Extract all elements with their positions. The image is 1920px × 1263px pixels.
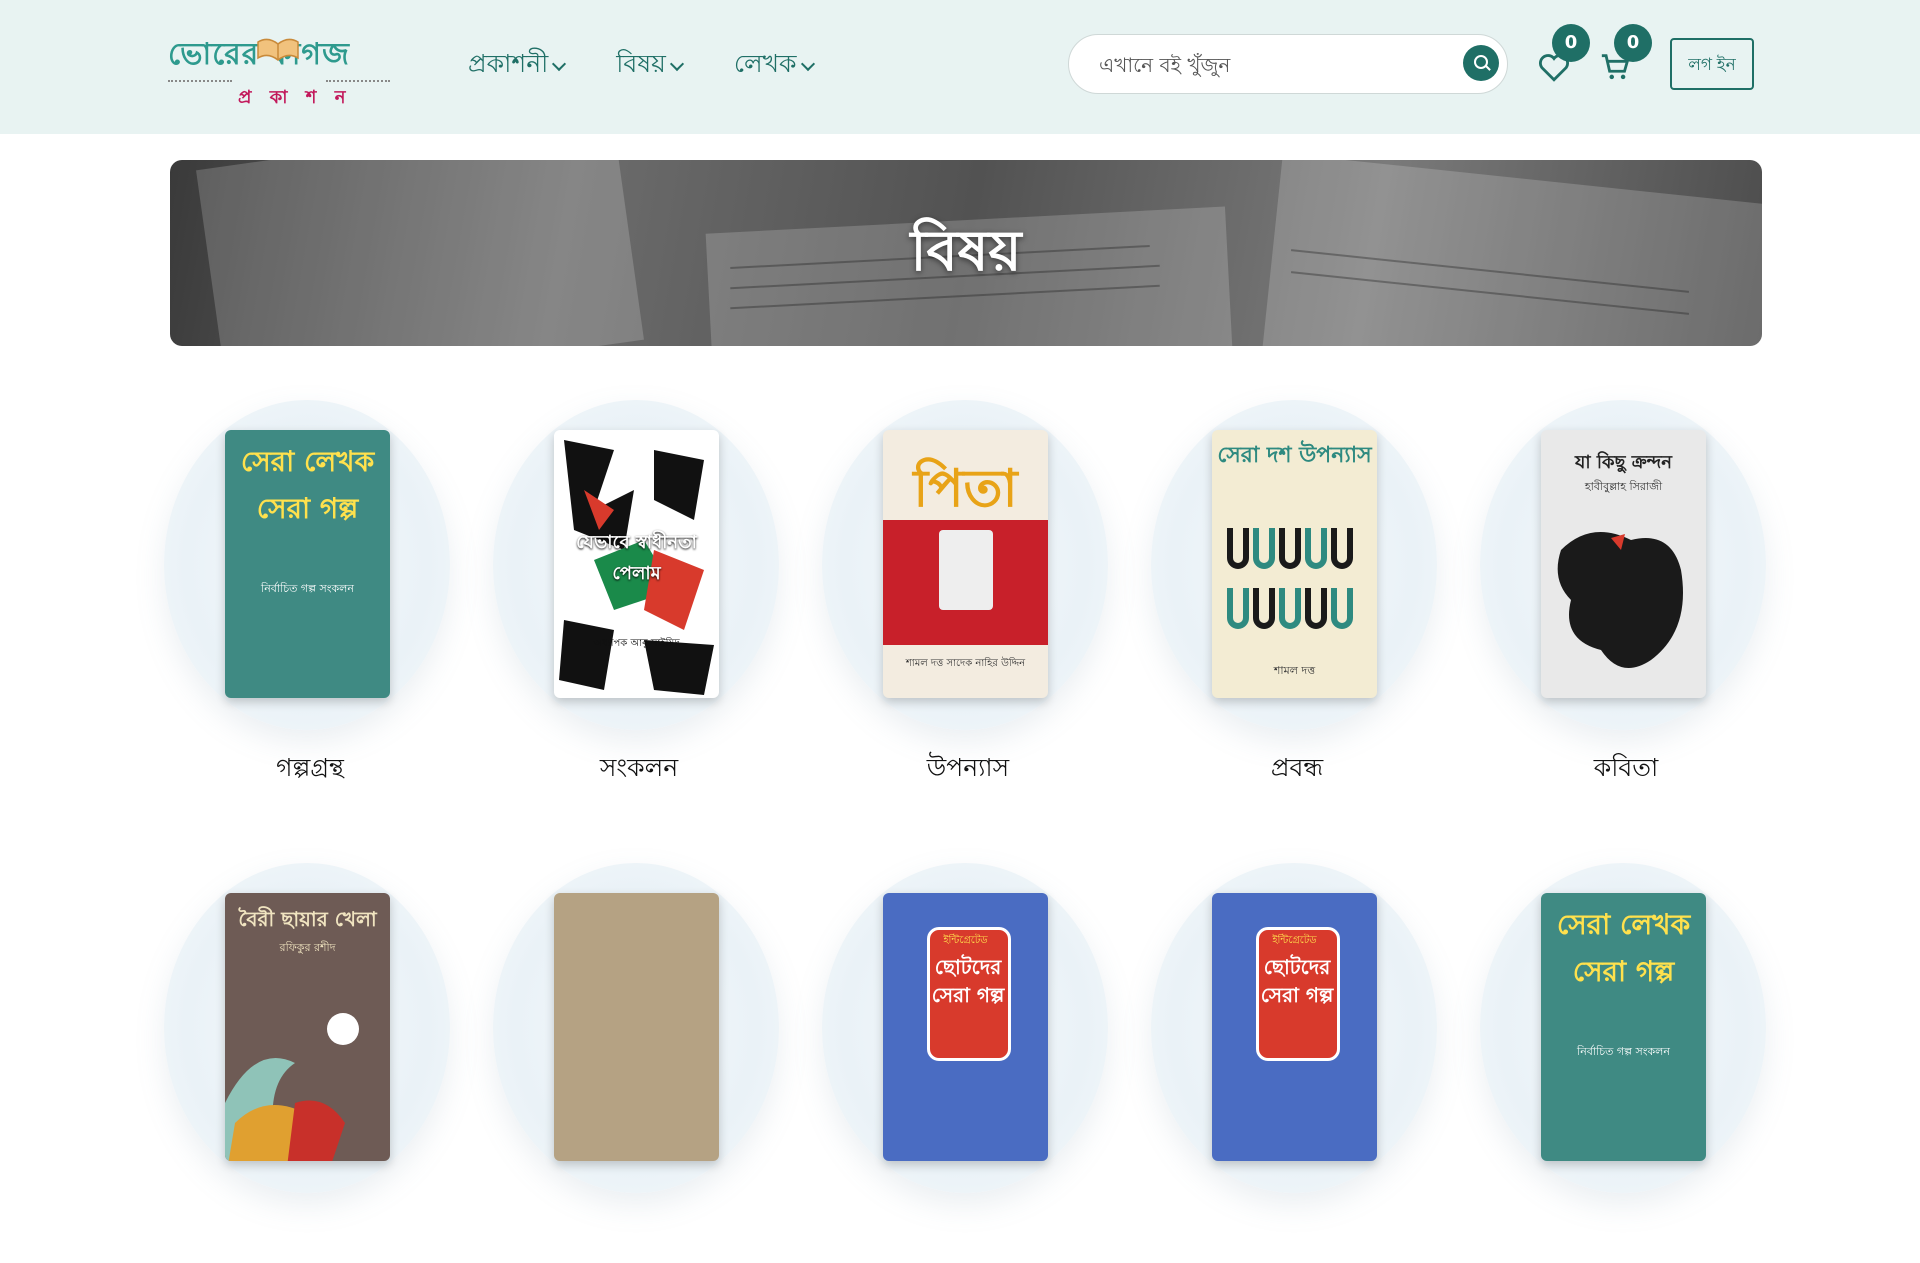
nav-label: প্রকাশনী	[468, 49, 549, 78]
cover-subtitle: শামল দত্ত সাদেক নাহির উদ্দিন	[905, 658, 1026, 669]
book-cover: সেরা লেখক সেরা গল্প নির্বাচিত গল্প সংকলন	[1541, 893, 1706, 1161]
chevron-down-icon	[669, 56, 684, 71]
search-button[interactable]	[1463, 45, 1499, 81]
book-cover: বৈরী ছায়ার খেলা রফিকুর রশীদ	[225, 893, 390, 1161]
search-box	[1068, 34, 1508, 94]
logo-divider-right	[326, 80, 390, 82]
category-card[interactable]: ইন্টিগ্রেটেড ছোটদের সেরা গল্প	[818, 863, 1108, 1263]
cover-title: সেরা লেখক সেরা গল্প	[240, 445, 375, 525]
chevron-down-icon	[800, 56, 815, 71]
chevron-down-icon	[552, 56, 567, 71]
category-label: প্রবন্ধ	[1270, 753, 1324, 782]
site-header: ভোরের কাগজ প্র কা শ ন প্রকাশনী বিষয় লেখ…	[0, 0, 1920, 134]
category-card-story[interactable]: সেরা লেখক সেরা গল্প নির্বাচিত গল্প সংকলন…	[160, 400, 450, 800]
cover-subtitle: ইন্টিগ্রেটেড	[1272, 935, 1317, 946]
category-card[interactable]: সেরা লেখক সেরা গল্প নির্বাচিত গল্প সংকলন	[1476, 863, 1766, 1263]
logo-subtitle: প্র কা শ ন	[238, 87, 352, 108]
cover-subtitle: শামল দত্ত	[1273, 664, 1316, 677]
main-nav: প্রকাশনী বিষয় লেখক	[468, 44, 815, 87]
nav-label: বিষয়	[616, 49, 666, 78]
search-input[interactable]	[1097, 49, 1441, 81]
category-card-novel[interactable]: পিতা শামল দত্ত সাদেক নাহির উদ্দিন উপন্যা…	[818, 400, 1108, 800]
cover-subtitle: হাবীবুল্লাহ সিরাজী	[1584, 480, 1663, 493]
category-label: উপন্যাস	[926, 753, 1010, 782]
cover-subtitle: অধ্যাপক আবু সাইয়িদ	[593, 638, 680, 649]
logo-divider-left	[168, 80, 232, 82]
cover-title: ছোটদের সেরা গল্প	[1260, 955, 1334, 1007]
category-label: গল্পগ্রন্থ	[276, 753, 344, 782]
search-icon-handle	[1485, 65, 1491, 71]
cart-button[interactable]: 0	[1592, 24, 1652, 92]
category-card[interactable]	[489, 863, 779, 1263]
cover-title: যা কিছু ক্রন্দন	[1574, 452, 1672, 473]
login-button[interactable]: লগ ইন	[1670, 38, 1754, 90]
category-card-poetry[interactable]: যা কিছু ক্রন্দন হাবীবুল্লাহ সিরাজী কবিতা	[1476, 400, 1766, 800]
category-card[interactable]: ইন্টিগ্রেটেড ছোটদের সেরা গল্প	[1147, 863, 1437, 1263]
book-cover: ইন্টিগ্রেটেড ছোটদের সেরা গল্প	[1212, 893, 1377, 1161]
category-card[interactable]: বৈরী ছায়ার খেলা রফিকুর রশীদ	[160, 863, 450, 1263]
nav-label: লেখক	[733, 49, 797, 78]
book-cover	[554, 893, 719, 1161]
cover-art	[1227, 528, 1353, 629]
book-cover: যেভাবে স্বাধীনতা পেলাম অধ্যাপক আবু সাইয়…	[554, 430, 719, 698]
cover-title: সেরা লেখক সেরা গল্প	[1556, 908, 1691, 988]
book-cover: সেরা দশ উপন্যাস শামল দত্ত	[1212, 430, 1377, 698]
cover-title: ছোটদের সেরা গল্প	[931, 955, 1005, 1007]
nav-author[interactable]: লেখক	[733, 44, 815, 87]
open-book-icon	[257, 38, 299, 61]
cover-title: সেরা দশ উপন্যাস	[1217, 442, 1372, 468]
nav-publisher[interactable]: প্রকাশনী	[468, 44, 567, 87]
cover-subtitle: ইন্টিগ্রেটেড	[943, 935, 988, 946]
page-title: বিষয়	[910, 218, 1022, 284]
cover-title: বৈরী ছায়ার খেলা	[238, 907, 377, 931]
category-card-essay[interactable]: সেরা দশ উপন্যাস শামল দত্ত প্রবন্ধ	[1147, 400, 1437, 800]
cover-portrait	[939, 530, 993, 610]
cart-count-badge: 0	[1614, 24, 1652, 62]
book-cover: ইন্টিগ্রেটেড ছোটদের সেরা গল্প	[883, 893, 1048, 1161]
category-card-compilation[interactable]: যেভাবে স্বাধীনতা পেলাম অধ্যাপক আবু সাইয়…	[489, 400, 779, 800]
cover-subtitle: নির্বাচিত গল্প সংকলন	[1577, 1045, 1670, 1058]
category-label: সংকলন	[599, 753, 679, 782]
wishlist-count-badge: 0	[1552, 24, 1590, 62]
cover-subtitle: নির্বাচিত গল্প সংকলন	[261, 582, 354, 595]
cover-subtitle: রফিকুর রশীদ	[279, 941, 336, 954]
nav-subject[interactable]: বিষয়	[616, 44, 684, 87]
cover-art	[225, 1013, 359, 1161]
category-label: কবিতা	[1593, 753, 1659, 782]
site-logo[interactable]: ভোরের কাগজ প্র কা শ ন	[168, 30, 393, 108]
cover-art	[1557, 532, 1683, 668]
wishlist-button[interactable]: 0	[1530, 24, 1590, 92]
book-cover: সেরা লেখক সেরা গল্প নির্বাচিত গল্প সংকলন	[225, 430, 390, 698]
book-cover: পিতা শামল দত্ত সাদেক নাহির উদ্দিন	[883, 430, 1048, 698]
cover-title: যেভাবে স্বাধীনতা পেলাম	[576, 532, 697, 584]
book-cover: যা কিছু ক্রন্দন হাবীবুল্লাহ সিরাজী	[1541, 430, 1706, 698]
page-banner: বিষয়	[170, 160, 1762, 346]
